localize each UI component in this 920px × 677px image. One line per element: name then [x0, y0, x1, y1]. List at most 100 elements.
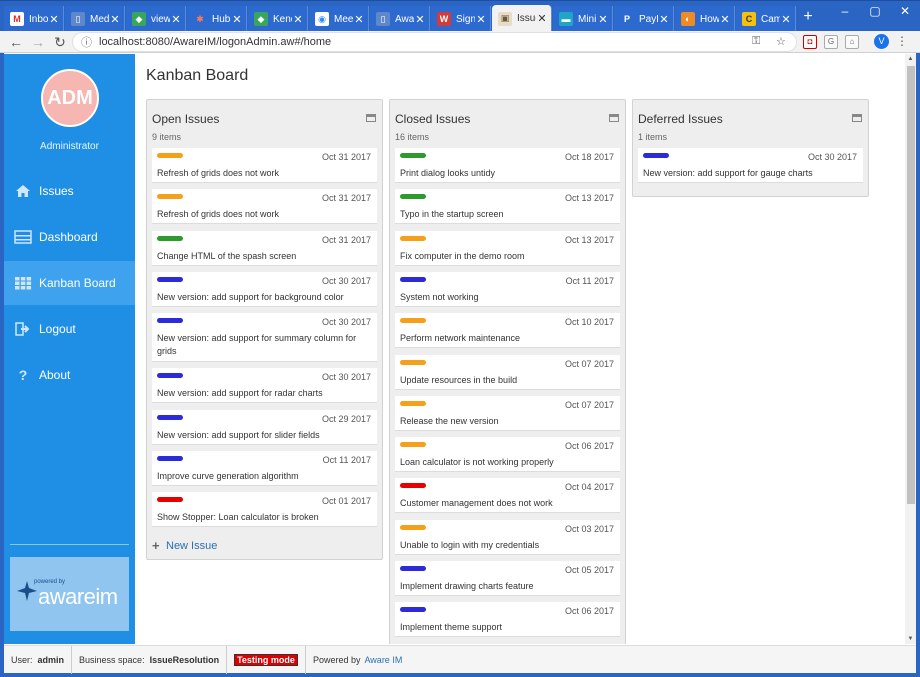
sidebar-item-about[interactable]: ? About: [4, 353, 135, 397]
browser-tab[interactable]: ▣ Issue✕: [492, 5, 552, 32]
tab-favicon-icon: C: [742, 12, 756, 26]
issue-card[interactable]: Oct 31 2017 Refresh of grids does not wor…: [152, 189, 377, 225]
question-icon: ?: [18, 367, 28, 383]
back-icon[interactable]: ←: [6, 32, 26, 52]
card-date: Oct 29 2017: [321, 413, 371, 424]
issue-card[interactable]: Oct 11 2017 Improve curve generation algo…: [152, 450, 377, 486]
issue-card[interactable]: Oct 05 2017 Implement drawing charts feat…: [395, 561, 620, 596]
tab-label: Meet: [334, 13, 353, 25]
browser-tab[interactable]: P PayP✕: [614, 6, 674, 32]
issue-card[interactable]: Oct 30 2017 New version: add support for …: [638, 148, 863, 183]
issue-card[interactable]: Oct 10 2017 Perform network maintenance: [395, 313, 620, 349]
tab-close-icon[interactable]: ✕: [353, 13, 365, 26]
tab-favicon-icon: W: [437, 12, 451, 26]
issue-card[interactable]: Oct 07 2017 Release the new version: [395, 395, 620, 431]
extension-pdf-icon[interactable]: ⌂: [845, 35, 859, 49]
browser-tab[interactable]: ◐ How ✕: [675, 6, 735, 32]
card-date: Oct 06 2017: [564, 606, 614, 617]
card-date: Oct 07 2017: [564, 399, 614, 410]
sidebar-item-dashboard[interactable]: Dashboard: [4, 215, 135, 259]
browser-tab[interactable]: ✱ HubS✕: [187, 6, 247, 32]
card-title: Fix computer in the demo room: [400, 250, 525, 261]
card-date: Oct 01 2017: [321, 496, 371, 507]
card-date: Oct 11 2017: [565, 275, 614, 286]
issue-card[interactable]: Oct 06 2017 Loan calculator is not workin…: [395, 437, 620, 473]
profile-avatar[interactable]: V: [874, 34, 889, 49]
tab-close-icon[interactable]: ✕: [475, 13, 487, 26]
tab-close-icon[interactable]: ✕: [48, 13, 60, 26]
issue-card[interactable]: Oct 31 2017 Refresh of grids does not wor…: [152, 148, 377, 183]
minimize-button[interactable]: –: [830, 1, 860, 21]
reload-icon[interactable]: ↻: [50, 32, 70, 52]
tab-close-icon[interactable]: ✕: [170, 13, 182, 26]
column-menu-icon[interactable]: [366, 114, 376, 122]
browser-tab[interactable]: ◆ Kendo✕: [248, 6, 308, 32]
issue-card[interactable]: Oct 06 2017 Implement theme support: [395, 602, 620, 638]
issue-card[interactable]: Oct 30 2017 New version: add support for …: [152, 313, 377, 363]
browser-tab[interactable]: ▯ Medi✕: [65, 6, 125, 32]
extension-g-icon[interactable]: G: [824, 35, 838, 49]
sidebar-item-issues[interactable]: Issues: [4, 169, 135, 213]
aware-im-link[interactable]: Aware IM: [364, 655, 402, 665]
tab-close-icon[interactable]: ✕: [658, 13, 670, 26]
new-issue-button[interactable]: + New Issue: [152, 538, 217, 553]
browser-tab[interactable]: M Inbox✕: [4, 6, 64, 32]
sidebar-item-logout[interactable]: Logout: [4, 307, 135, 351]
issue-card[interactable]: Oct 31 2017 Change HTML of the spash scre…: [152, 230, 377, 266]
issue-card[interactable]: Oct 03 2017 Unable to login with my crede…: [395, 519, 620, 555]
new-tab-button[interactable]: +: [799, 8, 817, 26]
info-icon[interactable]: ⓘ: [81, 34, 92, 50]
scrollbar-thumb[interactable]: [907, 66, 915, 504]
scroll-up-icon[interactable]: ▲: [905, 54, 916, 64]
browser-tab[interactable]: ◉ Meet✕: [309, 6, 369, 32]
page-scrollbar[interactable]: ▲ ▼: [905, 54, 916, 644]
tab-label: How: [700, 13, 719, 25]
forward-icon[interactable]: →: [28, 32, 48, 52]
issue-card[interactable]: Oct 30 2017 New version: add support for …: [152, 271, 377, 307]
issue-card[interactable]: Oct 18 2017 Print dialog looks untidy: [395, 148, 620, 183]
url-field[interactable]: ⓘ localhost:8080/AwareIM/logonAdmin.aw#/…: [72, 32, 797, 52]
issue-card[interactable]: Oct 11 2017 System not working: [395, 271, 620, 307]
browser-tab-bar: + – ▢ ✕ MInbox✕▯Medi✕◆views✕✱HubS✕◆Kendo…: [0, 0, 920, 32]
issue-card[interactable]: Oct 04 2017 Customer management does not …: [395, 478, 620, 514]
browser-tab[interactable]: W Sign ✕: [431, 6, 491, 32]
column-menu-icon[interactable]: [609, 114, 619, 122]
column-title: Open Issues: [152, 112, 220, 126]
tab-close-icon[interactable]: ✕: [414, 13, 426, 26]
priority-bar: [400, 318, 426, 324]
issue-card[interactable]: Oct 07 2017 Update resources in the build: [395, 354, 620, 390]
browser-tab[interactable]: C Camp✕: [736, 6, 796, 32]
column-menu-icon[interactable]: [852, 114, 862, 122]
issue-card[interactable]: Oct 30 2017 New version: add support for …: [152, 368, 377, 404]
issue-card[interactable]: Oct 01 2017 Show Stopper: Loan calculator…: [152, 492, 377, 528]
browser-menu-icon[interactable]: ⋮: [896, 34, 908, 48]
maximize-button[interactable]: ▢: [860, 1, 890, 21]
browser-tab[interactable]: ▯ Aware✕: [370, 6, 430, 32]
scroll-down-icon[interactable]: ▼: [905, 634, 916, 644]
tab-close-icon[interactable]: ✕: [597, 13, 609, 26]
priority-bar: [157, 373, 183, 379]
powered-by-label: Powered by: [312, 654, 361, 665]
tab-close-icon[interactable]: ✕: [719, 13, 731, 26]
tab-close-icon[interactable]: ✕: [231, 13, 243, 26]
tab-close-icon[interactable]: ✕: [109, 13, 121, 26]
browser-tab[interactable]: ◆ views✕: [126, 6, 186, 32]
tab-close-icon[interactable]: ✕: [780, 13, 792, 26]
card-title: New version: add support for radar chart…: [157, 388, 323, 399]
priority-bar: [157, 414, 183, 420]
issue-card[interactable]: Oct 13 2017 Fix computer in the demo room: [395, 230, 620, 266]
window-close-button[interactable]: ✕: [890, 1, 920, 21]
issue-card[interactable]: Oct 29 2017 New version: add support for …: [152, 409, 377, 445]
extension-shield-icon[interactable]: ◘: [803, 35, 817, 49]
bookmark-star-icon[interactable]: ☆: [776, 35, 786, 48]
tab-close-icon[interactable]: ✕: [292, 13, 304, 26]
sidebar-item-kanban-board[interactable]: Kanban Board: [4, 261, 135, 305]
key-icon[interactable]: ⚿: [752, 35, 760, 48]
tab-close-icon[interactable]: ✕: [536, 12, 548, 25]
card-title: Show Stopper: Loan calculator is broken: [157, 512, 319, 523]
main-content: Kanban Board Open Issues 9 items Oct 31 20…: [135, 54, 905, 644]
tab-label: Inbox: [29, 13, 48, 25]
issue-card[interactable]: Oct 13 2017 Typo in the startup screen: [395, 189, 620, 225]
priority-bar: [157, 455, 183, 461]
browser-tab[interactable]: ▬ Mini ✕: [553, 6, 613, 32]
